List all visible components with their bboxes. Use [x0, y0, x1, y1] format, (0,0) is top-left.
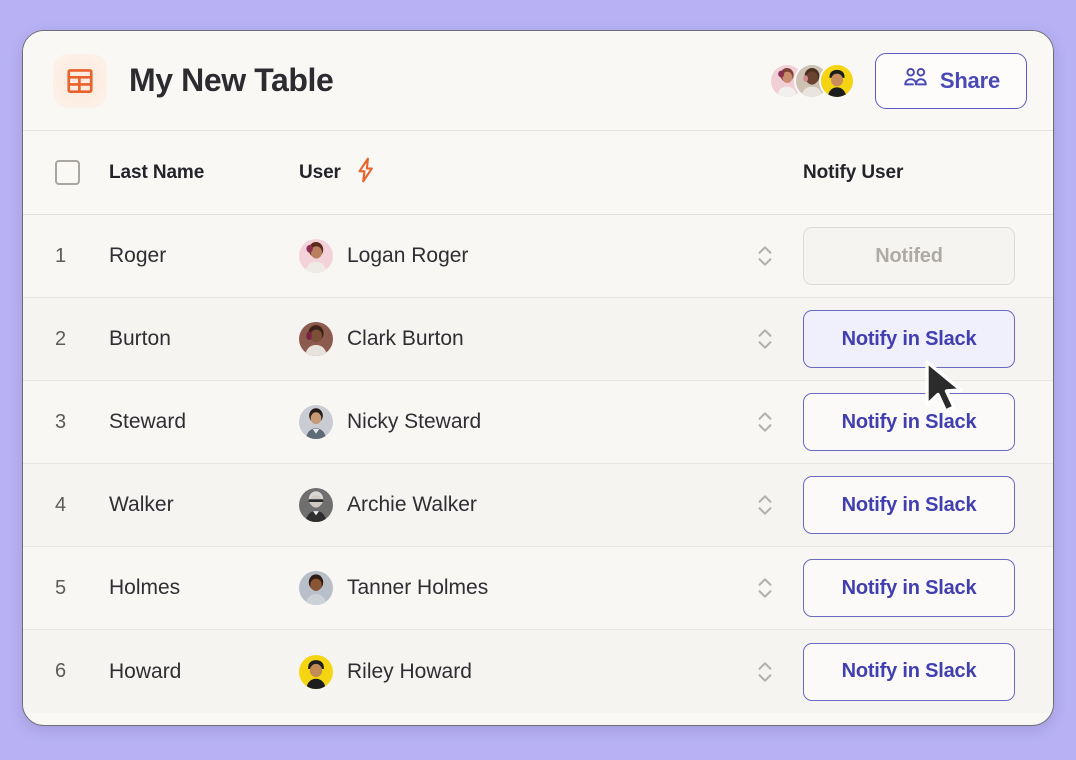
notify-button[interactable]: Notify in Slack	[803, 393, 1015, 451]
cell-last-name[interactable]: Burton	[109, 327, 299, 351]
sort-updown-chevrons-icon[interactable]	[756, 575, 774, 601]
cell-notify[interactable]: Notify in Slack	[803, 642, 1053, 701]
column-header-label: User	[299, 161, 341, 183]
row-index: 1	[55, 244, 67, 267]
cell-user[interactable]: Archie Walker	[299, 488, 727, 522]
user-name-value: Archie Walker	[347, 493, 477, 516]
cell-notify[interactable]: Notify in Slack	[803, 476, 1053, 534]
sort-updown-chevrons-icon[interactable]	[756, 659, 774, 685]
row-index-cell: 1	[23, 245, 109, 268]
share-button-label: Share	[939, 67, 1000, 93]
column-header-label: Last Name	[109, 161, 205, 183]
table-header-row: Last Name User Notify User	[23, 131, 1053, 215]
cell-sort[interactable]	[727, 409, 803, 435]
row-index: 6	[55, 660, 67, 682]
notify-button: Notifed	[803, 227, 1015, 285]
notify-button[interactable]: Notify in Slack	[803, 310, 1015, 368]
card-header: My New Table Share	[23, 31, 1053, 131]
last-name-value: Howard	[109, 659, 182, 683]
cell-last-name[interactable]: Walker	[109, 493, 299, 517]
avatar[interactable]	[818, 62, 855, 99]
last-name-value: Steward	[109, 410, 187, 433]
user-avatar	[299, 571, 333, 605]
cell-sort[interactable]	[727, 575, 803, 601]
table-card: My New Table Share Last Name User Notify…	[22, 30, 1054, 726]
row-index: 4	[55, 493, 67, 516]
header-actions: Share	[768, 52, 1027, 109]
cell-last-name[interactable]: Steward	[109, 410, 299, 434]
cell-sort[interactable]	[727, 492, 803, 518]
page-title: My New Table	[129, 62, 334, 98]
table-grid-icon	[53, 53, 107, 108]
cell-notify[interactable]: Notify in Slack	[803, 393, 1053, 451]
user-name-value: Tanner Holmes	[347, 576, 489, 599]
row-index: 5	[55, 576, 67, 599]
user-avatar	[299, 488, 333, 522]
header-cell-select	[23, 160, 109, 185]
header-cell-user[interactable]: User	[299, 157, 727, 188]
last-name-value: Burton	[109, 327, 171, 350]
select-all-checkbox[interactable]	[55, 160, 80, 185]
sort-updown-chevrons-icon[interactable]	[756, 243, 774, 269]
row-index-cell: 5	[23, 577, 109, 600]
sort-updown-chevrons-icon[interactable]	[756, 492, 774, 518]
cell-last-name[interactable]: Roger	[109, 244, 299, 268]
cell-sort[interactable]	[727, 243, 803, 269]
cell-notify[interactable]: Notify in Slack	[803, 559, 1053, 617]
last-name-value: Holmes	[109, 576, 181, 599]
last-name-value: Roger	[109, 244, 167, 267]
row-index-cell: 4	[23, 494, 109, 517]
row-index-cell: 3	[23, 411, 109, 434]
row-index-cell: 6	[23, 660, 109, 683]
lightning-bolt-icon	[355, 157, 377, 188]
people-group-icon	[902, 66, 929, 95]
cell-user[interactable]: Clark Burton	[299, 322, 727, 356]
user-avatar	[299, 322, 333, 356]
table-row[interactable]: 3 Steward Nicky Steward Notify in Slack	[23, 381, 1053, 464]
cell-user[interactable]: Logan Roger	[299, 239, 727, 273]
table-row[interactable]: 5 Holmes Tanner Holmes Notify in Slack	[23, 547, 1053, 630]
title-group: My New Table	[53, 53, 334, 108]
collaborator-avatars[interactable]	[768, 62, 855, 99]
user-name-value: Nicky Steward	[347, 410, 482, 433]
row-index-cell: 2	[23, 328, 109, 351]
table-row[interactable]: 2 Burton Clark Burton Notify in Slack	[23, 298, 1053, 381]
cell-user[interactable]: Tanner Holmes	[299, 571, 727, 605]
table-row[interactable]: 4 Walker Archie Walker Notify in Slack	[23, 464, 1053, 547]
header-cell-last-name[interactable]: Last Name	[109, 162, 299, 184]
cell-sort[interactable]	[727, 659, 803, 685]
row-index: 3	[55, 410, 67, 433]
notify-button[interactable]: Notify in Slack	[803, 476, 1015, 534]
last-name-value: Walker	[109, 493, 174, 516]
header-cell-notify-user[interactable]: Notify User	[803, 162, 1053, 184]
row-index: 2	[55, 327, 67, 350]
table-row[interactable]: 1 Roger Logan Roger Notifed	[23, 215, 1053, 298]
cell-user[interactable]: Riley Howard	[299, 654, 727, 689]
cell-notify[interactable]: Notify in Slack	[803, 310, 1053, 368]
cell-sort[interactable]	[727, 326, 803, 352]
user-avatar	[299, 405, 333, 439]
data-table: Last Name User Notify User 1 Roger Logan…	[23, 131, 1053, 725]
sort-updown-chevrons-icon[interactable]	[756, 409, 774, 435]
user-name-value: Clark Burton	[347, 327, 464, 350]
column-header-label: Notify User	[803, 161, 904, 183]
cell-notify[interactable]: Notifed	[803, 227, 1053, 285]
cell-last-name[interactable]: Holmes	[109, 576, 299, 600]
user-name-value: Logan Roger	[347, 244, 469, 267]
notify-button[interactable]: Notify in Slack	[803, 559, 1015, 617]
sort-updown-chevrons-icon[interactable]	[756, 326, 774, 352]
share-button[interactable]: Share	[874, 52, 1027, 109]
user-avatar	[299, 654, 333, 689]
cell-last-name[interactable]: Howard	[109, 660, 299, 684]
user-avatar	[299, 239, 333, 273]
user-name-value: Riley Howard	[347, 659, 472, 683]
notify-button[interactable]: Notify in Slack	[803, 642, 1015, 701]
cell-user[interactable]: Nicky Steward	[299, 405, 727, 439]
table-row[interactable]: 6 Howard Riley Howard Notify in Slack	[23, 630, 1053, 713]
